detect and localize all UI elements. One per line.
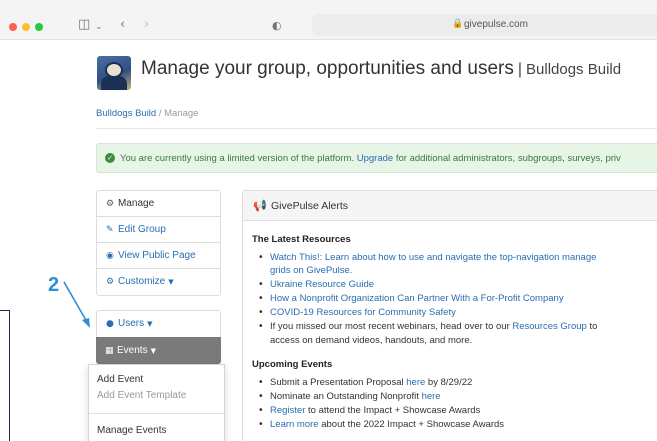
list-item: • Watch This!: Learn about how to use and… [258,252,597,263]
user-icon: ● [106,319,114,329]
forward-icon[interactable]: › [144,17,149,33]
sidebar-item-label: Users [118,318,145,329]
page-title-text: Manage your group, opportunities and use… [141,58,514,79]
learn-more-link[interactable]: Learn more [270,419,319,430]
menu-divider [89,413,224,414]
webinar-text-after: to [589,321,598,332]
list-item: • Nominate an Outstanding Nonprofit here [258,391,441,402]
back-icon[interactable]: ‹ [120,17,125,33]
list-item: • If you missed our most recent webinars,… [258,321,598,332]
breadcrumb-separator: / [156,108,165,119]
close-window-button[interactable] [9,23,17,31]
covid-resources-link[interactable]: COVID-19 Resources for Community Safety [270,307,456,318]
alert-text-after: for additional administrators, subgroups… [395,153,621,164]
nominate-here-link[interactable]: here [422,391,441,402]
alerts-panel-title: GivePulse Alerts [271,200,349,212]
proposal-text: Submit a Presentation Proposal [270,377,404,388]
privacy-shield-icon[interactable]: ◐ [272,18,282,34]
sidebar-item-label: Events [117,345,148,356]
sidebar-item-label: Manage [118,198,155,209]
annotation-number: 2 [48,274,60,296]
resources-group-link[interactable]: Resources Group [512,321,586,332]
alerts-panel: 📢 GivePulse Alerts The Latest Resources … [242,190,657,441]
sidebar-users-group: ● Users ▼ [96,310,221,338]
caret-down-icon: ▼ [147,320,153,328]
sidebar-item-label: Edit Group [118,224,166,235]
address-url: givepulse.com [464,19,528,30]
address-bar[interactable]: 🔒 givepulse.com [312,14,657,36]
annotation-frame [0,310,10,441]
breadcrumb: Bulldogs Build / Manage [96,108,198,119]
sidebar-item-view-public-page[interactable]: ◉ View Public Page [97,243,220,269]
list-item: • Register to attend the Impact + Showcas… [258,405,481,416]
alert-message: You are currently using a limited versio… [120,153,621,164]
browser-toolbar: ◫ ⌄ ‹ › ◐ 🔒 givepulse.com [0,0,657,40]
webinar-text: If you missed our most recent webinars, … [270,321,510,332]
check-circle-icon: ✓ [105,153,115,163]
page-title: Manage your group, opportunities and use… [141,58,621,80]
title-separator: | [517,61,523,78]
zoom-window-button[interactable] [35,23,43,31]
group-name: Bulldogs Build [526,61,622,78]
list-item: • Submit a Presentation Proposal here by … [258,377,473,388]
sidebar-item-manage[interactable]: ⚙ Manage [97,191,220,217]
nonprofit-partner-link[interactable]: How a Nonprofit Organization Can Partner… [270,293,564,304]
list-item: grids on GivePulse. [259,265,352,276]
sidebar-item-customize[interactable]: ⚙ Customize ▼ [97,269,220,295]
list-item: access on demand videos, handouts, and m… [259,335,472,346]
proposal-here-link[interactable]: here [406,377,425,388]
cogs-icon: ⚙ [106,277,115,287]
pencil-icon: ✎ [106,225,114,235]
sidebar-toggle-icon[interactable]: ◫ [78,17,90,33]
caret-down-icon: ▼ [150,347,156,355]
menu-item-add-event-template: Add Event Template [97,390,187,401]
bullhorn-icon: 📢 [253,199,267,212]
sidebar-menu: ⚙ Manage ✎ Edit Group ◉ View Public Page ⚙ C… [96,190,221,296]
menu-item-manage-events[interactable]: Manage Events [97,425,167,436]
list-item: • Ukraine Resource Guide [258,279,375,290]
register-link[interactable]: Register [270,405,305,416]
alert-text-before: You are currently using a limited versio… [120,153,355,164]
sidebar-item-edit-group[interactable]: ✎ Edit Group [97,217,220,243]
breadcrumb-home-link[interactable]: Bulldogs Build [96,108,156,119]
calendar-icon: ▦ [105,346,114,356]
upgrade-link[interactable]: Upgrade [357,153,393,164]
sidebar-item-events[interactable]: ▦ Events ▼ [96,337,221,364]
chevron-down-icon[interactable]: ⌄ [95,19,103,35]
watch-this-link[interactable]: Watch This!: Learn about how to use and … [270,252,596,263]
list-item: • COVID-19 Resources for Community Safety [258,307,456,318]
minimize-window-button[interactable] [22,23,30,31]
proposal-deadline: by 8/29/22 [427,377,473,388]
cogs-icon: ⚙ [106,199,115,209]
upcoming-events-heading: Upcoming Events [252,359,333,370]
ukraine-guide-link[interactable]: Ukraine Resource Guide [270,279,374,290]
eye-icon: ◉ [106,251,114,261]
sidebar-item-label: View Public Page [118,250,196,261]
group-avatar [97,56,131,90]
caret-down-icon: ▼ [168,278,174,286]
watch-this-link-cont[interactable]: grids on GivePulse. [270,265,352,276]
list-item: • How a Nonprofit Organization Can Partne… [258,293,564,304]
nominate-text: Nominate an Outstanding Nonprofit [270,391,419,402]
events-dropdown-menu: Add Event Add Event Template Manage Even… [88,364,225,441]
list-item: • Learn more about the 2022 Impact + Show… [258,419,505,430]
sidebar-item-label: Customize [118,276,166,287]
lock-icon: 🔒 [452,19,464,29]
sidebar-item-users[interactable]: ● Users ▼ [97,311,220,337]
breadcrumb-current: Manage [164,108,199,119]
menu-item-add-event[interactable]: Add Event [97,374,143,385]
webinar-text-cont: access on demand videos, handouts, and m… [270,335,473,346]
alerts-panel-header: 📢 GivePulse Alerts [243,191,657,221]
resources-heading: The Latest Resources [252,234,351,245]
upgrade-alert: ✓ You are currently using a limited vers… [96,143,657,173]
divider [96,128,657,129]
learn-more-text: about the 2022 Impact + Showcase Awards [321,419,505,430]
register-text: to attend the Impact + Showcase Awards [308,405,481,416]
